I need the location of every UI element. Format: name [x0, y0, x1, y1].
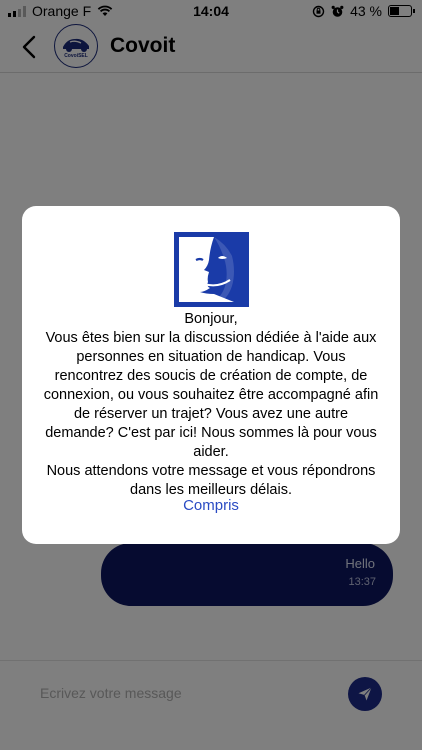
understood-button[interactable]: Compris — [22, 497, 400, 514]
accessibility-dialog: Bonjour, Vous êtes bien sur la discussio… — [22, 206, 400, 544]
accessibility-face-icon — [174, 232, 249, 307]
dialog-message: Bonjour, Vous êtes bien sur la discussio… — [43, 311, 379, 498]
